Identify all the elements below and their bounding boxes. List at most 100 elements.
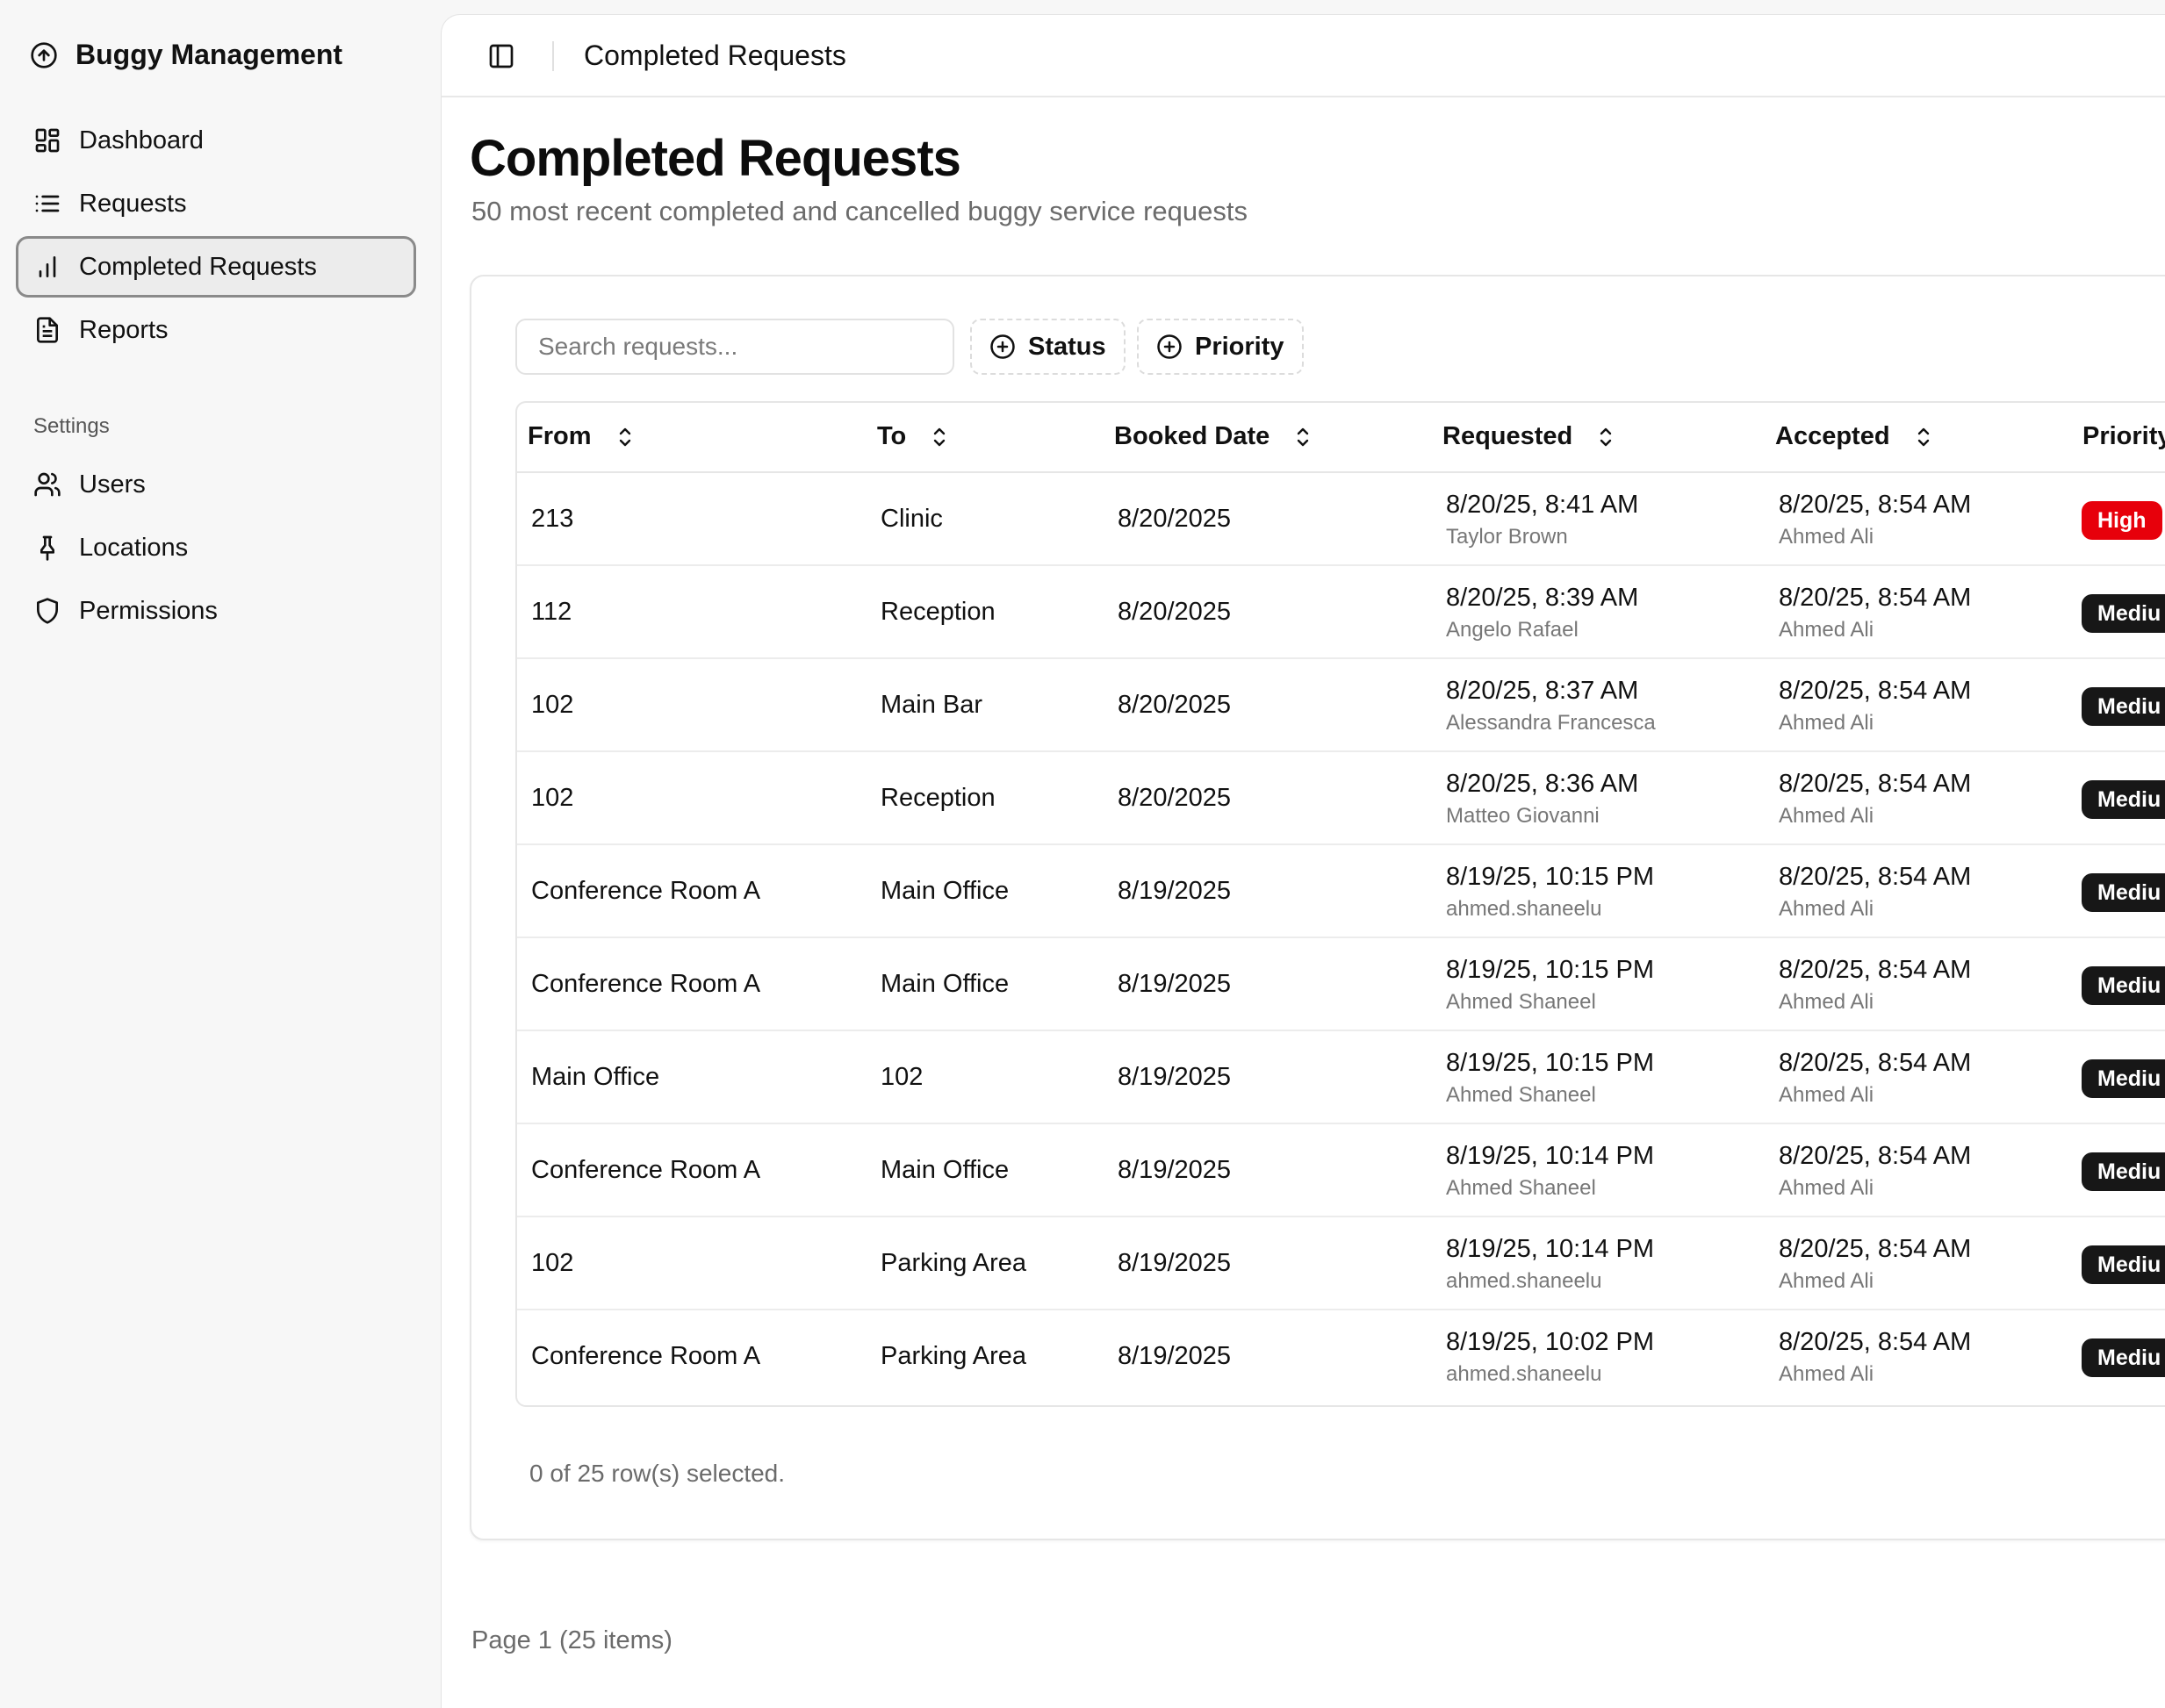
cell-accepted: 8/20/25, 8:54 AM Ahmed Ali [1779, 845, 1971, 922]
requested-time: 8/19/25, 10:02 PM [1446, 1328, 1654, 1356]
requested-time: 8/20/25, 8:39 AM [1446, 584, 1639, 612]
status-filter-button[interactable]: Status [970, 319, 1126, 375]
circle-arrow-up-icon [31, 41, 57, 68]
sidebar-item-locations[interactable]: Locations [16, 517, 416, 578]
shield-icon [37, 598, 58, 624]
accepted-time: 8/20/25, 8:54 AM [1779, 770, 1972, 798]
cell-booked-date: 8/20/2025 [1118, 598, 1232, 626]
search-input[interactable] [515, 319, 954, 375]
accepted-by: Ahmed Ali [1779, 618, 1874, 642]
priority-badge: Mediu [2082, 1245, 2165, 1284]
accepted-time: 8/20/25, 8:54 AM [1779, 956, 1972, 984]
sidebar-item-users[interactable]: Users [16, 454, 416, 515]
table-row[interactable]: 102 Main Bar 8/20/2025 8/20/25, 8:37 AM A… [517, 659, 2165, 752]
sidebar-item-dashboard[interactable]: Dashboard [16, 110, 416, 171]
pagination-info: Page 1 (25 items) [471, 1626, 673, 1654]
cell-accepted: 8/20/25, 8:54 AM Ahmed Ali [1779, 1217, 1971, 1294]
cell-booked-date: 8/20/2025 [1118, 505, 1232, 533]
cell-to: Reception [881, 598, 996, 626]
cell-to: Reception [881, 784, 996, 812]
cell-from: Main Office [531, 1063, 660, 1091]
accepted-by: Ahmed Ali [1779, 990, 1874, 1014]
cell-from: 102 [531, 784, 574, 812]
accepted-by: Ahmed Ali [1779, 525, 1874, 549]
cell-booked-date: 8/19/2025 [1118, 877, 1232, 905]
cell-requested: 8/19/25, 10:14 PM Ahmed Shaneel [1446, 1124, 1654, 1201]
app-brand[interactable]: Buggy Management [30, 39, 342, 71]
cell-booked-date: 8/19/2025 [1118, 1249, 1232, 1277]
sidebar-item-reports[interactable]: Reports [16, 299, 416, 361]
requested-by: Alessandra Francesca [1446, 711, 1656, 735]
priority-badge: High [2082, 501, 2162, 540]
column-header-from[interactable]: From [528, 422, 636, 451]
table-row[interactable]: Main Office 102 8/19/2025 8/19/25, 10:15… [517, 1031, 2165, 1124]
requested-by: ahmed.shaneelu [1446, 897, 1602, 921]
bar-chart-icon [39, 256, 56, 277]
sidebar-item-label: Reports [79, 315, 169, 344]
accepted-time: 8/20/25, 8:54 AM [1779, 584, 1972, 612]
accepted-by: Ahmed Ali [1779, 897, 1874, 921]
requested-by: Ahmed Shaneel [1446, 1176, 1596, 1200]
column-header-booked-date[interactable]: Booked Date [1114, 422, 1313, 451]
table-row[interactable]: Conference Room A Parking Area 8/19/2025… [517, 1310, 2165, 1403]
requested-time: 8/19/25, 10:15 PM [1446, 1049, 1654, 1077]
cell-from: 112 [531, 598, 572, 626]
column-header-priority[interactable]: Priority [2082, 422, 2165, 451]
users-icon [34, 472, 61, 497]
sort-icon [1600, 427, 1612, 446]
cell-requested: 8/19/25, 10:14 PM ahmed.shaneelu [1446, 1217, 1654, 1294]
page-title: Completed Requests [470, 130, 961, 187]
cell-from: 213 [531, 505, 574, 533]
cell-from: 102 [531, 1249, 574, 1277]
cell-requested: 8/19/25, 10:15 PM Ahmed Shaneel [1446, 1031, 1654, 1108]
cell-requested: 8/19/25, 10:15 PM ahmed.shaneelu [1446, 845, 1654, 922]
table-row[interactable]: 102 Reception 8/20/2025 8/20/25, 8:36 AM… [517, 752, 2165, 845]
requests-card: Status Priority From To Booked Date [470, 275, 2165, 1540]
table-row[interactable]: 102 Parking Area 8/19/2025 8/19/25, 10:1… [517, 1217, 2165, 1310]
accepted-time: 8/20/25, 8:54 AM [1779, 1235, 1972, 1263]
cell-requested: 8/20/25, 8:39 AM Angelo Rafael [1446, 566, 1638, 642]
table-row[interactable]: 112 Reception 8/20/2025 8/20/25, 8:39 AM… [517, 566, 2165, 659]
requested-by: Angelo Rafael [1446, 618, 1579, 642]
accepted-by: Ahmed Ali [1779, 1269, 1874, 1293]
priority-badge: Mediu [2082, 873, 2165, 912]
sort-icon [934, 427, 946, 446]
list-icon [35, 195, 60, 212]
file-icon [37, 317, 58, 343]
selection-info: 0 of 25 row(s) selected. [529, 1460, 786, 1487]
cell-booked-date: 8/20/2025 [1118, 784, 1232, 812]
pin-icon [40, 535, 54, 561]
sidebar-item-requests[interactable]: Requests [16, 173, 416, 234]
settings-section-label: Settings [33, 414, 110, 438]
accepted-time: 8/20/25, 8:54 AM [1779, 491, 1972, 519]
accepted-time: 8/20/25, 8:54 AM [1779, 1142, 1972, 1170]
cell-from: Conference Room A [531, 877, 761, 905]
sidebar-item-label: Completed Requests [79, 252, 317, 281]
divider [552, 41, 554, 71]
sidebar-item-label: Permissions [79, 596, 218, 625]
cell-requested: 8/19/25, 10:02 PM ahmed.shaneelu [1446, 1310, 1654, 1387]
priority-badge: Mediu [2082, 1152, 2165, 1191]
table-row[interactable]: Conference Room A Main Office 8/19/2025 … [517, 845, 2165, 938]
column-header-to[interactable]: To [877, 422, 950, 451]
cell-to: Clinic [881, 505, 943, 533]
cell-requested: 8/20/25, 8:37 AM Alessandra Francesca [1446, 659, 1656, 736]
requested-by: ahmed.shaneelu [1446, 1269, 1602, 1293]
sidebar-item-label: Locations [79, 533, 189, 562]
table-row[interactable]: Conference Room A Main Office 8/19/2025 … [517, 938, 2165, 1031]
table-row[interactable]: 213 Clinic 8/20/2025 8/20/25, 8:41 AM Tay… [517, 473, 2165, 566]
priority-badge: Mediu [2082, 966, 2165, 1005]
table-row[interactable]: Conference Room A Main Office 8/19/2025 … [517, 1124, 2165, 1217]
accepted-by: Ahmed Ali [1779, 1176, 1874, 1200]
accepted-by: Ahmed Ali [1779, 1083, 1874, 1107]
sidebar-toggle-icon[interactable] [487, 42, 515, 70]
priority-filter-button[interactable]: Priority [1137, 319, 1304, 375]
sidebar-item-completed-requests[interactable]: Completed Requests [16, 236, 416, 298]
column-header-requested[interactable]: Requested [1442, 422, 1616, 451]
accepted-by: Ahmed Ali [1779, 1362, 1874, 1386]
sidebar-item-permissions[interactable]: Permissions [16, 580, 416, 642]
cell-accepted: 8/20/25, 8:54 AM Ahmed Ali [1779, 1031, 1971, 1108]
column-header-accepted[interactable]: Accepted [1775, 422, 1934, 451]
requested-time: 8/19/25, 10:15 PM [1446, 956, 1654, 984]
sidebar-item-label: Requests [79, 189, 187, 218]
